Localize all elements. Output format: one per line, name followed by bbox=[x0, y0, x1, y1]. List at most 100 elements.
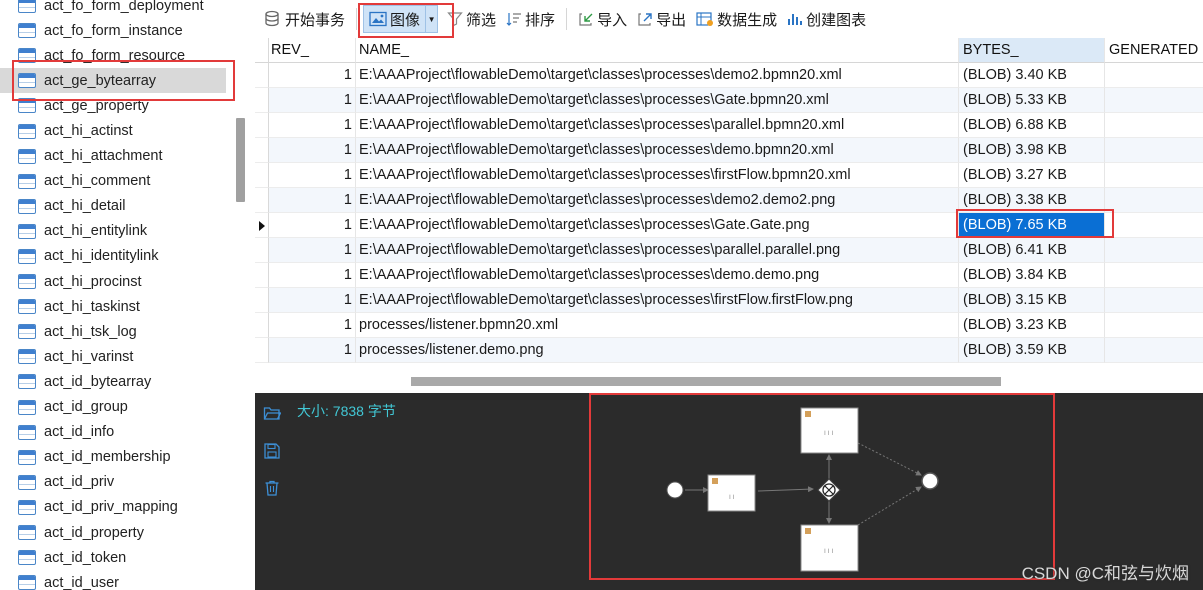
cell-generated[interactable] bbox=[1105, 113, 1203, 138]
column-header-bytes[interactable]: BYTES_ bbox=[959, 38, 1105, 63]
cell-rev[interactable]: 1 bbox=[269, 138, 356, 163]
cell-bytes[interactable]: (BLOB) 3.59 KB bbox=[959, 338, 1105, 363]
table-row[interactable]: 1 E:\AAAProject\flowableDemo\target\class… bbox=[255, 263, 1203, 288]
row-indicator[interactable] bbox=[255, 213, 269, 238]
cell-name[interactable]: E:\AAAProject\flowableDemo\target\classe… bbox=[356, 288, 959, 313]
create-chart-button[interactable]: 创建图表 bbox=[782, 5, 871, 33]
cell-name[interactable]: processes/listener.bpmn20.xml bbox=[356, 313, 959, 338]
table-tree-item[interactable]: act_hi_taskinst bbox=[0, 294, 226, 319]
row-indicator[interactable] bbox=[255, 263, 269, 288]
cell-bytes[interactable]: (BLOB) 7.65 KB bbox=[959, 213, 1105, 238]
cell-rev[interactable]: 1 bbox=[269, 288, 356, 313]
table-tree-item[interactable]: act_fo_form_instance bbox=[0, 18, 226, 43]
table-tree-item[interactable]: act_id_group bbox=[0, 395, 226, 420]
cell-name[interactable]: E:\AAAProject\flowableDemo\target\classe… bbox=[356, 213, 959, 238]
table-tree-item[interactable]: act_hi_comment bbox=[0, 169, 226, 194]
cell-bytes[interactable]: (BLOB) 3.84 KB bbox=[959, 263, 1105, 288]
table-tree-item[interactable]: act_id_property bbox=[0, 520, 226, 545]
table-row[interactable]: 1 E:\AAAProject\flowableDemo\target\class… bbox=[255, 213, 1203, 238]
cell-rev[interactable]: 1 bbox=[269, 338, 356, 363]
cell-name[interactable]: E:\AAAProject\flowableDemo\target\classe… bbox=[356, 163, 959, 188]
cell-generated[interactable] bbox=[1105, 88, 1203, 113]
folder-open-icon[interactable] bbox=[263, 404, 281, 422]
cell-bytes[interactable]: (BLOB) 6.41 KB bbox=[959, 238, 1105, 263]
image-dropdown-arrow[interactable]: ▼ bbox=[426, 5, 439, 33]
table-tree-item[interactable]: act_id_membership bbox=[0, 445, 226, 470]
cell-name[interactable]: E:\AAAProject\flowableDemo\target\classe… bbox=[356, 263, 959, 288]
table-row[interactable]: 1 E:\AAAProject\flowableDemo\target\class… bbox=[255, 188, 1203, 213]
cell-generated[interactable] bbox=[1105, 138, 1203, 163]
cell-name[interactable]: E:\AAAProject\flowableDemo\target\classe… bbox=[356, 188, 959, 213]
cell-bytes[interactable]: (BLOB) 3.27 KB bbox=[959, 163, 1105, 188]
trash-icon[interactable] bbox=[263, 479, 281, 497]
cell-generated[interactable] bbox=[1105, 313, 1203, 338]
table-tree-item[interactable]: act_ge_bytearray bbox=[0, 68, 226, 94]
cell-bytes[interactable]: (BLOB) 3.98 KB bbox=[959, 138, 1105, 163]
image-button[interactable]: 图像 bbox=[363, 5, 427, 33]
import-button[interactable]: 导入 bbox=[573, 5, 632, 33]
row-indicator[interactable] bbox=[255, 163, 269, 188]
cell-name[interactable]: E:\AAAProject\flowableDemo\target\classe… bbox=[356, 238, 959, 263]
table-row[interactable]: 1 E:\AAAProject\flowableDemo\target\class… bbox=[255, 288, 1203, 313]
cell-rev[interactable]: 1 bbox=[269, 188, 356, 213]
row-indicator[interactable] bbox=[255, 238, 269, 263]
table-tree-item[interactable]: act_hi_detail bbox=[0, 194, 226, 219]
cell-bytes[interactable]: (BLOB) 3.23 KB bbox=[959, 313, 1105, 338]
tree-scrollbar-track[interactable] bbox=[233, 0, 255, 590]
table-tree-item[interactable]: act_hi_tsk_log bbox=[0, 319, 226, 344]
cell-generated[interactable] bbox=[1105, 338, 1203, 363]
cell-bytes[interactable]: (BLOB) 5.33 KB bbox=[959, 88, 1105, 113]
cell-generated[interactable] bbox=[1105, 238, 1203, 263]
table-row[interactable]: 1 processes/listener.demo.png (BLOB) 3.59 … bbox=[255, 338, 1203, 363]
cell-rev[interactable]: 1 bbox=[269, 88, 356, 113]
cell-rev[interactable]: 1 bbox=[269, 163, 356, 188]
cell-generated[interactable] bbox=[1105, 163, 1203, 188]
cell-name[interactable]: E:\AAAProject\flowableDemo\target\classe… bbox=[356, 113, 959, 138]
cell-bytes[interactable]: (BLOB) 6.88 KB bbox=[959, 113, 1105, 138]
table-row[interactable]: 1 E:\AAAProject\flowableDemo\target\class… bbox=[255, 113, 1203, 138]
cell-rev[interactable]: 1 bbox=[269, 263, 356, 288]
table-tree-item[interactable]: act_hi_attachment bbox=[0, 144, 226, 169]
cell-generated[interactable] bbox=[1105, 288, 1203, 313]
cell-rev[interactable]: 1 bbox=[269, 213, 356, 238]
export-button[interactable]: 导出 bbox=[632, 5, 691, 33]
begin-transaction-button[interactable]: 开始事务 bbox=[259, 5, 350, 33]
cell-rev[interactable]: 1 bbox=[269, 313, 356, 338]
cell-generated[interactable] bbox=[1105, 63, 1203, 88]
row-indicator[interactable] bbox=[255, 138, 269, 163]
table-tree-item[interactable]: act_id_bytearray bbox=[0, 369, 226, 394]
table-tree-item[interactable]: act_hi_procinst bbox=[0, 269, 226, 294]
tree-scrollbar-thumb[interactable] bbox=[236, 118, 245, 202]
table-row[interactable]: 1 E:\AAAProject\flowableDemo\target\class… bbox=[255, 88, 1203, 113]
table-tree-item[interactable]: act_id_token bbox=[0, 545, 226, 570]
table-tree-item[interactable]: act_id_priv_mapping bbox=[0, 495, 226, 520]
cell-generated[interactable] bbox=[1105, 188, 1203, 213]
cell-name[interactable]: E:\AAAProject\flowableDemo\target\classe… bbox=[356, 88, 959, 113]
table-tree-item[interactable]: act_fo_form_resource bbox=[0, 43, 226, 68]
table-tree-item[interactable]: act_hi_varinst bbox=[0, 344, 226, 369]
table-tree-item[interactable]: act_hi_identitylink bbox=[0, 244, 226, 269]
row-indicator[interactable] bbox=[255, 338, 269, 363]
column-header-generated[interactable]: GENERATED bbox=[1105, 38, 1203, 63]
table-tree-item[interactable]: act_fo_form_deployment bbox=[0, 0, 226, 18]
cell-name[interactable]: E:\AAAProject\flowableDemo\target\classe… bbox=[356, 63, 959, 88]
data-generation-button[interactable]: 数据生成 bbox=[691, 5, 782, 33]
table-row[interactable]: 1 processes/listener.bpmn20.xml (BLOB) 3.2… bbox=[255, 313, 1203, 338]
table-row[interactable]: 1 E:\AAAProject\flowableDemo\target\class… bbox=[255, 63, 1203, 88]
cell-rev[interactable]: 1 bbox=[269, 238, 356, 263]
table-tree-item[interactable]: act_ge_property bbox=[0, 93, 226, 118]
table-row[interactable]: 1 E:\AAAProject\flowableDemo\target\class… bbox=[255, 138, 1203, 163]
cell-name[interactable]: E:\AAAProject\flowableDemo\target\classe… bbox=[356, 138, 959, 163]
table-tree-item[interactable]: act_id_priv bbox=[0, 470, 226, 495]
row-indicator[interactable] bbox=[255, 188, 269, 213]
save-icon[interactable] bbox=[263, 442, 281, 460]
row-indicator[interactable] bbox=[255, 63, 269, 88]
cell-name[interactable]: processes/listener.demo.png bbox=[356, 338, 959, 363]
cell-bytes[interactable]: (BLOB) 3.38 KB bbox=[959, 188, 1105, 213]
row-indicator[interactable] bbox=[255, 113, 269, 138]
table-tree-item[interactable]: act_id_user bbox=[0, 570, 226, 590]
row-indicator[interactable] bbox=[255, 288, 269, 313]
cell-generated[interactable] bbox=[1105, 263, 1203, 288]
row-indicator[interactable] bbox=[255, 88, 269, 113]
cell-generated[interactable] bbox=[1105, 213, 1203, 238]
